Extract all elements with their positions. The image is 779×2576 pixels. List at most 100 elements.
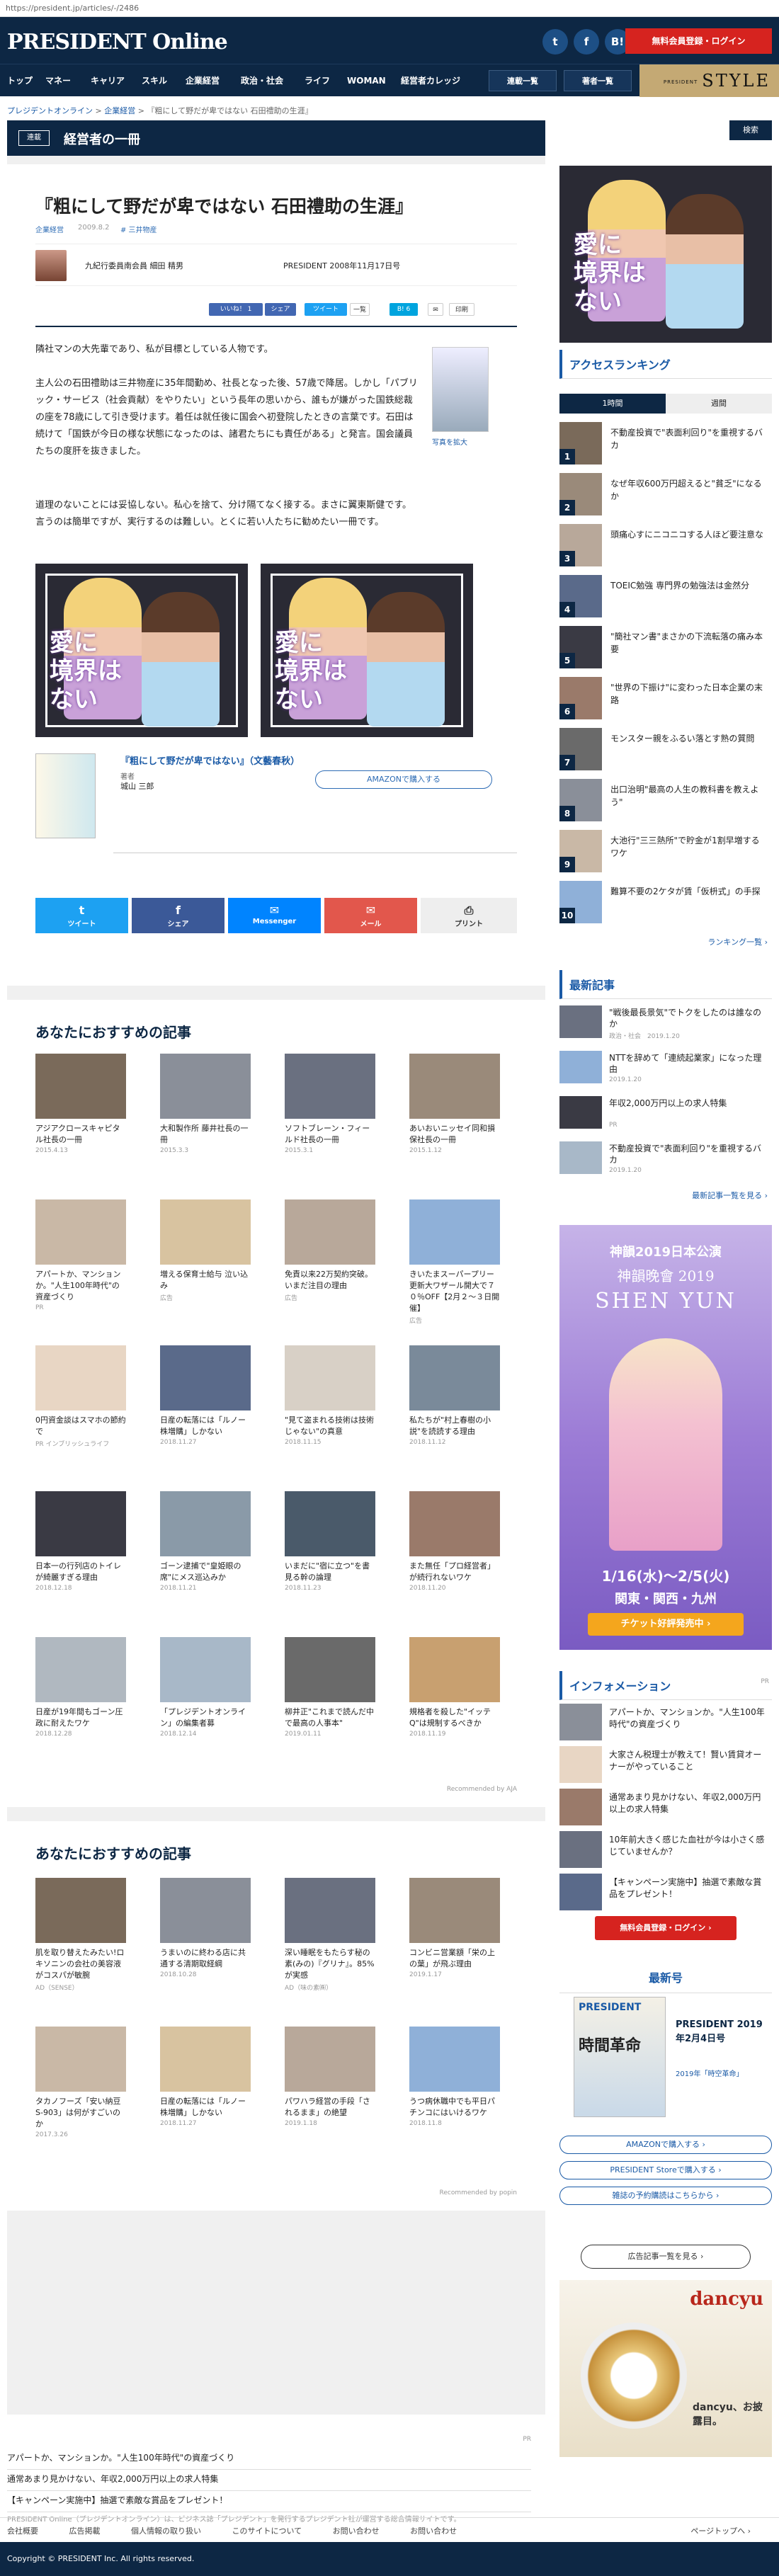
footer-link-about[interactable]: このサイトについて bbox=[232, 2526, 302, 2536]
article-card[interactable]: 日産が19年間もゴーン圧政に耐えたワケ 2018.12.28 bbox=[35, 1637, 126, 1738]
nav-money[interactable]: マネー bbox=[45, 64, 71, 97]
card-thumbnail[interactable] bbox=[35, 1345, 126, 1410]
article-card[interactable]: 肌を取り替えたみたい!ロキソニンの会社の美容液がコスパが敏腕 AD（SENSE） bbox=[35, 1878, 126, 1992]
twitter-icon[interactable]: t bbox=[542, 29, 568, 55]
info-thumbnail[interactable] bbox=[559, 1831, 602, 1868]
article-card[interactable]: 柳井正"これまで読んだ中で最高の人事本" 2019.01.11 bbox=[285, 1637, 375, 1738]
list-mini[interactable]: 一覧 bbox=[350, 303, 370, 316]
print-mini[interactable]: 印刷 bbox=[449, 303, 474, 316]
mail-icon[interactable]: ✉ bbox=[428, 303, 443, 316]
card-thumbnail[interactable] bbox=[285, 1637, 375, 1702]
card-thumbnail[interactable] bbox=[160, 2027, 251, 2092]
footer-pr-link-2[interactable]: 通常あまり見かけない、年収2,000万円以上の求人特集 bbox=[7, 2467, 531, 2491]
card-thumbnail[interactable] bbox=[285, 2027, 375, 2092]
facebook-icon[interactable]: f bbox=[574, 29, 599, 55]
magazine-cover[interactable]: PRESIDENT 時間革命 bbox=[574, 1997, 666, 2117]
card-title[interactable]: 私たちが"村上春樹の小説"を読読する理由 bbox=[409, 1415, 500, 1437]
shen-yun-ad[interactable]: 神韻2019日本公演 神韻晚會 2019 SHEN YUN 1/16(水)〜2/… bbox=[559, 1225, 772, 1650]
tab-weekly[interactable]: 週間 bbox=[666, 394, 772, 414]
ranking-thumbnail[interactable]: 10 bbox=[559, 881, 602, 923]
latest-title[interactable]: 不動産投資で"表面利回り"を重視するバカ bbox=[609, 1143, 768, 1166]
store-button[interactable]: PRESIDENT Storeで購入する › bbox=[559, 2161, 772, 2179]
ranking-item[interactable]: 8 出口治明"最高の人生の教科書を教えよう" bbox=[559, 779, 772, 828]
footer-link-contact[interactable]: お問い合わせ bbox=[333, 2526, 380, 2536]
site-logo[interactable]: PRESIDENT Online bbox=[7, 30, 228, 55]
card-title[interactable]: うつ病休職中でも平日パチンコにはいけるワケ bbox=[409, 2096, 500, 2119]
ranking-item[interactable]: 6 "世界の下振け"に変わった日本企業の末路 bbox=[559, 677, 772, 726]
ranking-title[interactable]: 出口治明"最高の人生の教科書を教えよう" bbox=[610, 783, 766, 809]
article-card[interactable]: 0円資金談はスマホの節約で PR インブリッシュライフ bbox=[35, 1345, 126, 1448]
info-title[interactable]: 【キャンペーン実施中】抽選で素敵な賞品をプレゼント！ bbox=[609, 1876, 768, 1900]
card-title[interactable]: 柳井正"これまで読んだ中で最高の人事本" bbox=[285, 1706, 375, 1729]
article-card[interactable]: ゴーン逮捕で"皇姫眼の席"にメス巡込みか 2018.11.21 bbox=[160, 1491, 251, 1592]
card-thumbnail[interactable] bbox=[409, 1491, 500, 1556]
info-title[interactable]: 10年前大きく感じた血社が今は小さく感じていませんか？ bbox=[609, 1834, 768, 1858]
card-title[interactable]: "見て盗まれる技術は技術じゃない"の真意 bbox=[285, 1415, 375, 1437]
sidebar-ad[interactable]: 愛に 境界は ない bbox=[559, 166, 772, 343]
latest-thumbnail[interactable] bbox=[559, 1096, 602, 1129]
card-thumbnail[interactable] bbox=[409, 2027, 500, 2092]
card-title[interactable]: アパートか、マンションか。"人生100年時代"の資産づくり bbox=[35, 1269, 126, 1303]
latest-thumbnail[interactable] bbox=[559, 1005, 602, 1038]
ranking-item[interactable]: 3 頭痛心すにニコニコする人ほど要注意な bbox=[559, 524, 772, 574]
ranking-title[interactable]: なぜ年収600万円超えると"貧乏"になるか bbox=[610, 477, 766, 503]
article-card[interactable]: アジアクロースキャピタル社長の一冊 2015.4.13 bbox=[35, 1054, 126, 1154]
ad-banner-right[interactable]: 愛に 境界は ない bbox=[261, 564, 473, 737]
card-thumbnail[interactable] bbox=[409, 1054, 500, 1119]
ranking-more-link[interactable]: ランキング一覧 › bbox=[707, 936, 768, 947]
ranking-title[interactable]: 頭痛心すにニコニコする人ほど要注意な bbox=[610, 528, 766, 541]
ranking-title[interactable]: 不動産投資で"表面利回り"を重視するバカ bbox=[610, 426, 766, 452]
latest-title[interactable]: "戦後最長景気"でトクをしたのは誰なのか bbox=[609, 1007, 768, 1030]
card-title[interactable]: ゴーン逮捕で"皇姫眼の席"にメス巡込みか bbox=[160, 1561, 251, 1583]
card-thumbnail[interactable] bbox=[160, 1637, 251, 1702]
hatena-mini[interactable]: B! 6 bbox=[390, 303, 418, 316]
article-card[interactable]: 大和製作所 藤井社長の一冊 2015.3.3 bbox=[160, 1054, 251, 1154]
ranking-item[interactable]: 4 TOEIC勉強 専門界の勉強法は金然分 bbox=[559, 575, 772, 625]
ranking-thumbnail[interactable]: 9 bbox=[559, 830, 602, 872]
ranking-item[interactable]: 1 不動産投資で"表面利回り"を重視するバカ bbox=[559, 422, 772, 472]
ranking-item[interactable]: 10 難算不要の2ケタが賃「仮枡式」の手探 bbox=[559, 881, 772, 930]
card-title[interactable]: また無任「プロ経営者」が続行れないワケ bbox=[409, 1561, 500, 1583]
ranking-thumbnail[interactable]: 1 bbox=[559, 422, 602, 465]
register-button[interactable]: 無料会員登録・ログイン › bbox=[595, 1916, 737, 1940]
card-thumbnail[interactable] bbox=[285, 1199, 375, 1265]
ranking-title[interactable]: "簡社マン書"まさかの下流転落の痛み本要 bbox=[610, 630, 766, 656]
nav-top[interactable]: トップ bbox=[7, 64, 33, 97]
fb-share-mini[interactable]: シェア bbox=[265, 303, 296, 316]
info-thumbnail[interactable] bbox=[559, 1789, 602, 1825]
card-title[interactable]: 日産が19年間もゴーン圧政に耐えたワケ bbox=[35, 1706, 126, 1729]
photo-enlarge-link[interactable]: 写真を拡大 bbox=[432, 436, 467, 447]
ranking-thumbnail[interactable]: 5 bbox=[559, 626, 602, 668]
nav-politics[interactable]: 政治・社会 bbox=[241, 64, 283, 97]
footer-link-contact-2[interactable]: お問い合わせ bbox=[410, 2526, 457, 2536]
card-title[interactable]: コンビニ営業額「栄の上の葉」が飛ぶ理由 bbox=[409, 1947, 500, 1970]
amazon-buy-button[interactable]: AMAZONで購入する bbox=[315, 770, 492, 789]
ranking-title[interactable]: 難算不要の2ケタが賃「仮枡式」の手探 bbox=[610, 885, 766, 898]
card-title[interactable]: 肌を取り替えたみたい!ロキソニンの会社の美容液がコスパが敏腕 bbox=[35, 1947, 126, 1981]
card-thumbnail[interactable] bbox=[35, 1878, 126, 1943]
card-thumbnail[interactable] bbox=[409, 1345, 500, 1410]
card-thumbnail[interactable] bbox=[285, 1878, 375, 1943]
ranking-item[interactable]: 9 大池行"三三熱所"で貯金が1割早増するワケ bbox=[559, 830, 772, 879]
issue-name[interactable]: PRESIDENT 2019年2月4日号 bbox=[676, 2018, 768, 2046]
latest-item[interactable]: "戦後最長景気"でトクをしたのは誰なのか 政治・社会 2019.1.20 bbox=[559, 1005, 772, 1044]
article-category[interactable]: 企業経営 bbox=[35, 224, 64, 234]
breadcrumb-category[interactable]: 企業経営 bbox=[104, 106, 135, 115]
page-top-link[interactable]: ページトップへ › bbox=[690, 2525, 751, 2536]
card-title[interactable]: タカノフーズ「安い納豆S-903」は何がすごいのか bbox=[35, 2096, 126, 2130]
card-title[interactable]: パワハラ経営の手段「されるまま」の絶望 bbox=[285, 2096, 375, 2119]
latest-title[interactable]: NTTを辞めて「連続起業家」になった理由 bbox=[609, 1052, 768, 1075]
ad-articles-link[interactable]: 広告記事一覧を見る › bbox=[581, 2245, 751, 2269]
like-button[interactable]: いいね！ 1 bbox=[209, 303, 263, 316]
info-title[interactable]: 通常あまり見かけない、年収2,000万円以上の求人特集 bbox=[609, 1791, 768, 1816]
info-item[interactable]: アパートか、マンションか。"人生100年時代"の資産づくり bbox=[559, 1704, 772, 1746]
series-list-button[interactable]: 連載一覧 bbox=[489, 70, 557, 91]
article-card[interactable]: パワハラ経営の手段「されるまま」の絶望 2019.1.18 bbox=[285, 2027, 375, 2127]
latest-item[interactable]: 不動産投資で"表面利回り"を重視するバカ 2019.1.20 bbox=[559, 1141, 772, 1180]
article-card[interactable]: 規格者を殺した"イッテQ"は規制するべきか 2018.11.19 bbox=[409, 1637, 500, 1738]
ranking-item[interactable]: 2 なぜ年収600万円超えると"貧乏"になるか bbox=[559, 473, 772, 523]
dancyu-ad[interactable]: dancyu dancyu、お披露目。 bbox=[559, 2280, 772, 2457]
card-title[interactable]: 規格者を殺した"イッテQ"は規制するべきか bbox=[409, 1706, 500, 1729]
footer-pr-link-1[interactable]: アパートか、マンションか。"人生100年時代"の資産づくり bbox=[7, 2446, 531, 2470]
book-cover[interactable] bbox=[35, 753, 96, 838]
